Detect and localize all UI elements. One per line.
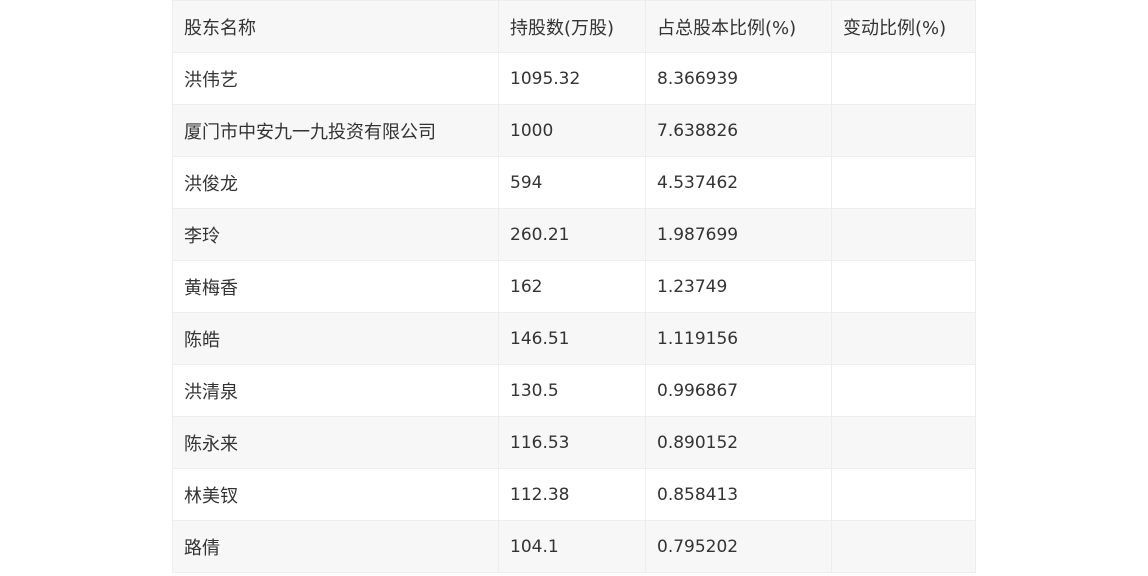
table-row: 陈永来 116.53 0.890152: [172, 416, 976, 469]
cell-name: 陈永来: [172, 416, 499, 469]
cell-change: [831, 312, 976, 365]
table-body: 洪伟艺 1095.32 8.366939 厦门市中安九一九投资有限公司 1000…: [172, 52, 976, 573]
table-row: 林美钗 112.38 0.858413: [172, 468, 976, 521]
cell-name: 路倩: [172, 520, 499, 573]
cell-change: [831, 208, 976, 261]
cell-name: 厦门市中安九一九投资有限公司: [172, 104, 499, 157]
cell-change: [831, 260, 976, 313]
header-shareholder-name: 股东名称: [172, 0, 499, 53]
table-row: 洪俊龙 594 4.537462: [172, 156, 976, 209]
shareholder-table: 股东名称 持股数(万股) 占总股本比例(%) 变动比例(%) 洪伟艺 1095.…: [172, 0, 976, 573]
table-row: 路倩 104.1 0.795202: [172, 520, 976, 573]
cell-ratio: 4.537462: [645, 156, 832, 209]
cell-name: 陈皓: [172, 312, 499, 365]
header-shares: 持股数(万股): [498, 0, 646, 53]
cell-change: [831, 104, 976, 157]
cell-shares: 162: [498, 260, 646, 313]
cell-ratio: 0.890152: [645, 416, 832, 469]
table-row: 陈皓 146.51 1.119156: [172, 312, 976, 365]
table-row: 厦门市中安九一九投资有限公司 1000 7.638826: [172, 104, 976, 157]
table-header: 股东名称 持股数(万股) 占总股本比例(%) 变动比例(%): [172, 0, 976, 53]
cell-shares: 1000: [498, 104, 646, 157]
table-row: 洪伟艺 1095.32 8.366939: [172, 52, 976, 105]
cell-shares: 146.51: [498, 312, 646, 365]
cell-name: 李玲: [172, 208, 499, 261]
cell-change: [831, 156, 976, 209]
cell-ratio: 1.23749: [645, 260, 832, 313]
header-ratio: 占总股本比例(%): [645, 0, 832, 53]
header-row: 股东名称 持股数(万股) 占总股本比例(%) 变动比例(%): [172, 0, 976, 53]
cell-name: 洪清泉: [172, 364, 499, 417]
cell-ratio: 0.795202: [645, 520, 832, 573]
cell-shares: 130.5: [498, 364, 646, 417]
cell-ratio: 1.987699: [645, 208, 832, 261]
cell-name: 林美钗: [172, 468, 499, 521]
cell-ratio: 0.996867: [645, 364, 832, 417]
cell-ratio: 1.119156: [645, 312, 832, 365]
table-row: 黄梅香 162 1.23749: [172, 260, 976, 313]
cell-ratio: 0.858413: [645, 468, 832, 521]
cell-shares: 1095.32: [498, 52, 646, 105]
table-row: 李玲 260.21 1.987699: [172, 208, 976, 261]
cell-change: [831, 416, 976, 469]
table-row: 洪清泉 130.5 0.996867: [172, 364, 976, 417]
cell-shares: 594: [498, 156, 646, 209]
cell-shares: 112.38: [498, 468, 646, 521]
header-change: 变动比例(%): [831, 0, 976, 53]
cell-change: [831, 520, 976, 573]
cell-name: 洪俊龙: [172, 156, 499, 209]
shareholder-table-container: 股东名称 持股数(万股) 占总股本比例(%) 变动比例(%) 洪伟艺 1095.…: [172, 0, 976, 573]
cell-change: [831, 52, 976, 105]
cell-ratio: 8.366939: [645, 52, 832, 105]
cell-shares: 104.1: [498, 520, 646, 573]
cell-change: [831, 468, 976, 521]
cell-shares: 260.21: [498, 208, 646, 261]
cell-ratio: 7.638826: [645, 104, 832, 157]
cell-name: 黄梅香: [172, 260, 499, 313]
cell-shares: 116.53: [498, 416, 646, 469]
cell-change: [831, 364, 976, 417]
cell-name: 洪伟艺: [172, 52, 499, 105]
